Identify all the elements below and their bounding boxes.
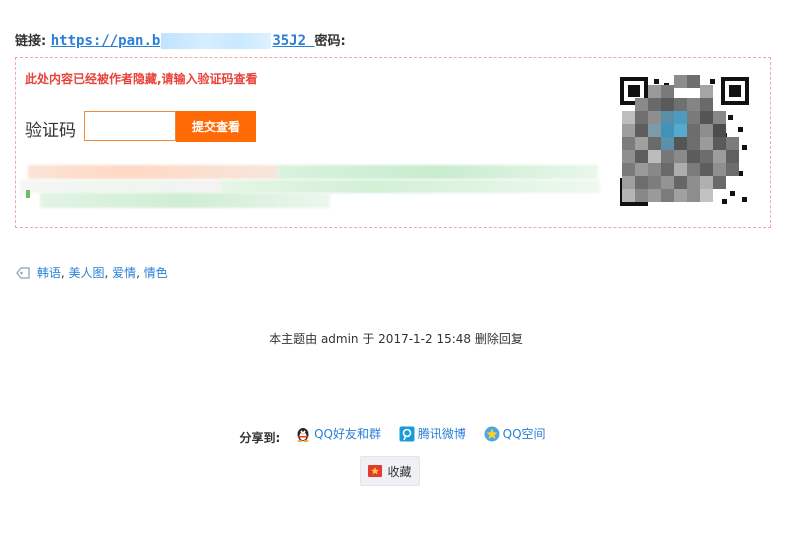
submit-view-button[interactable]: 提交查看 xyxy=(176,111,256,142)
tag-beauty-pics[interactable]: 美人图 xyxy=(68,266,104,280)
share-row: 分享到: QQ好友和群 腾讯微博 QQ空间 xyxy=(0,425,792,446)
download-link-line: 链接: https://pan.b 35J2 密码: xyxy=(15,30,346,49)
tag-icon xyxy=(16,267,30,282)
url-suffix: 35J2 xyxy=(272,33,307,49)
link-label: 链接: xyxy=(15,34,47,49)
qzone-star-icon xyxy=(484,426,500,441)
tag-love[interactable]: 爱情 xyxy=(112,266,136,280)
favorite-label: 收藏 xyxy=(387,464,412,479)
share-tencent-weibo-button[interactable]: 腾讯微博 xyxy=(399,425,466,442)
share-label: 分享到: xyxy=(239,430,281,445)
tag-korean[interactable]: 韩语 xyxy=(37,266,61,280)
share-qzone-label: QQ空间 xyxy=(502,427,546,441)
password-label: 密码: xyxy=(314,34,346,49)
hidden-notice: 此处内容已经被作者隐藏,请输入验证码查看 xyxy=(25,72,258,86)
captcha-input[interactable] xyxy=(84,111,176,141)
share-qq-label: QQ好友和群 xyxy=(314,427,381,441)
url-prefix: https://pan.b xyxy=(50,33,161,49)
favorite-button[interactable]: 收藏 xyxy=(360,456,420,486)
share-qzone-button[interactable]: QQ空间 xyxy=(484,425,546,442)
qq-penguin-icon xyxy=(297,427,309,442)
tag-erotic[interactable]: 情色 xyxy=(144,266,168,280)
share-qq-button[interactable]: QQ好友和群 xyxy=(295,425,381,442)
download-url-link[interactable]: https://pan.b 35J2 xyxy=(51,33,315,49)
captcha-label: 验证码 xyxy=(25,121,76,141)
star-flag-icon xyxy=(368,465,383,477)
url-redaction xyxy=(161,33,272,49)
thread-meta: 本主题由 admin 于 2017-1-2 15:48 删除回复 xyxy=(269,332,523,346)
tag-list: 韩语, 美人图, 爱情, 情色 xyxy=(16,264,168,282)
share-tencent-weibo-label: 腾讯微博 xyxy=(417,427,466,441)
green-marker xyxy=(26,190,30,198)
qr-code-image xyxy=(618,75,751,208)
tencent-weibo-icon xyxy=(399,426,415,441)
